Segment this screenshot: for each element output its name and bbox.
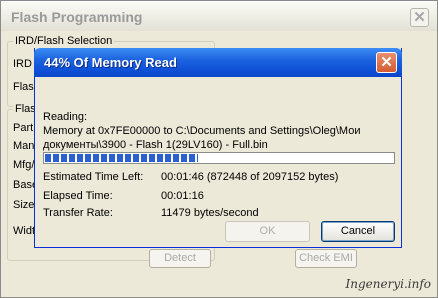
dialog-title-bar: 44% Of Memory Read ✕ <box>34 48 402 77</box>
background-window-title: Flash Programming <box>11 9 143 25</box>
dialog-close-icon[interactable]: ✕ <box>376 52 397 73</box>
detect-button[interactable]: Detect <box>149 249 211 268</box>
size-label: Size <box>13 199 35 211</box>
elapsed-time-value: 00:01:16 <box>161 190 204 202</box>
ok-button[interactable]: OK <box>225 221 310 242</box>
mfg-label: Mfg/ <box>13 159 35 171</box>
memory-read-dialog: 44% Of Memory Read ✕ Reading: Memory at … <box>34 48 402 248</box>
width-label: Widt <box>13 225 35 237</box>
part-label: Part <box>13 122 34 134</box>
watermark: Ingeneryi.info <box>345 277 431 291</box>
progress-bar-fill <box>45 154 199 162</box>
memory-path-line-1: Memory at 0x7FE00000 to C:\Documents and… <box>43 125 361 137</box>
dialog-title: 44% Of Memory Read <box>44 55 177 70</box>
background-title-bar: Flash Programming ✕ <box>1 1 437 31</box>
estimated-time-label: Estimated Time Left: <box>43 171 144 183</box>
ird-label: IRD <box>13 58 32 70</box>
transfer-rate-label: Transfer Rate: <box>43 207 113 219</box>
transfer-rate-value: 11479 bytes/second <box>161 207 259 219</box>
estimated-time-value: 00:01:46 (872448 of 2097152 bytes) <box>161 171 339 183</box>
cancel-button[interactable]: Cancel <box>321 221 395 242</box>
ird-flash-selection-label: IRD/Flash Selection <box>13 35 115 47</box>
background-close-icon[interactable]: ✕ <box>410 8 429 27</box>
elapsed-time-label: Elapsed Time: <box>43 190 113 202</box>
progress-bar <box>43 152 395 164</box>
check-emi-button[interactable]: Check EMI <box>295 249 357 268</box>
memory-path-line-2: документы\3900 - Flash 1(29LV160) - Full… <box>43 139 268 151</box>
reading-label: Reading: <box>43 111 88 123</box>
